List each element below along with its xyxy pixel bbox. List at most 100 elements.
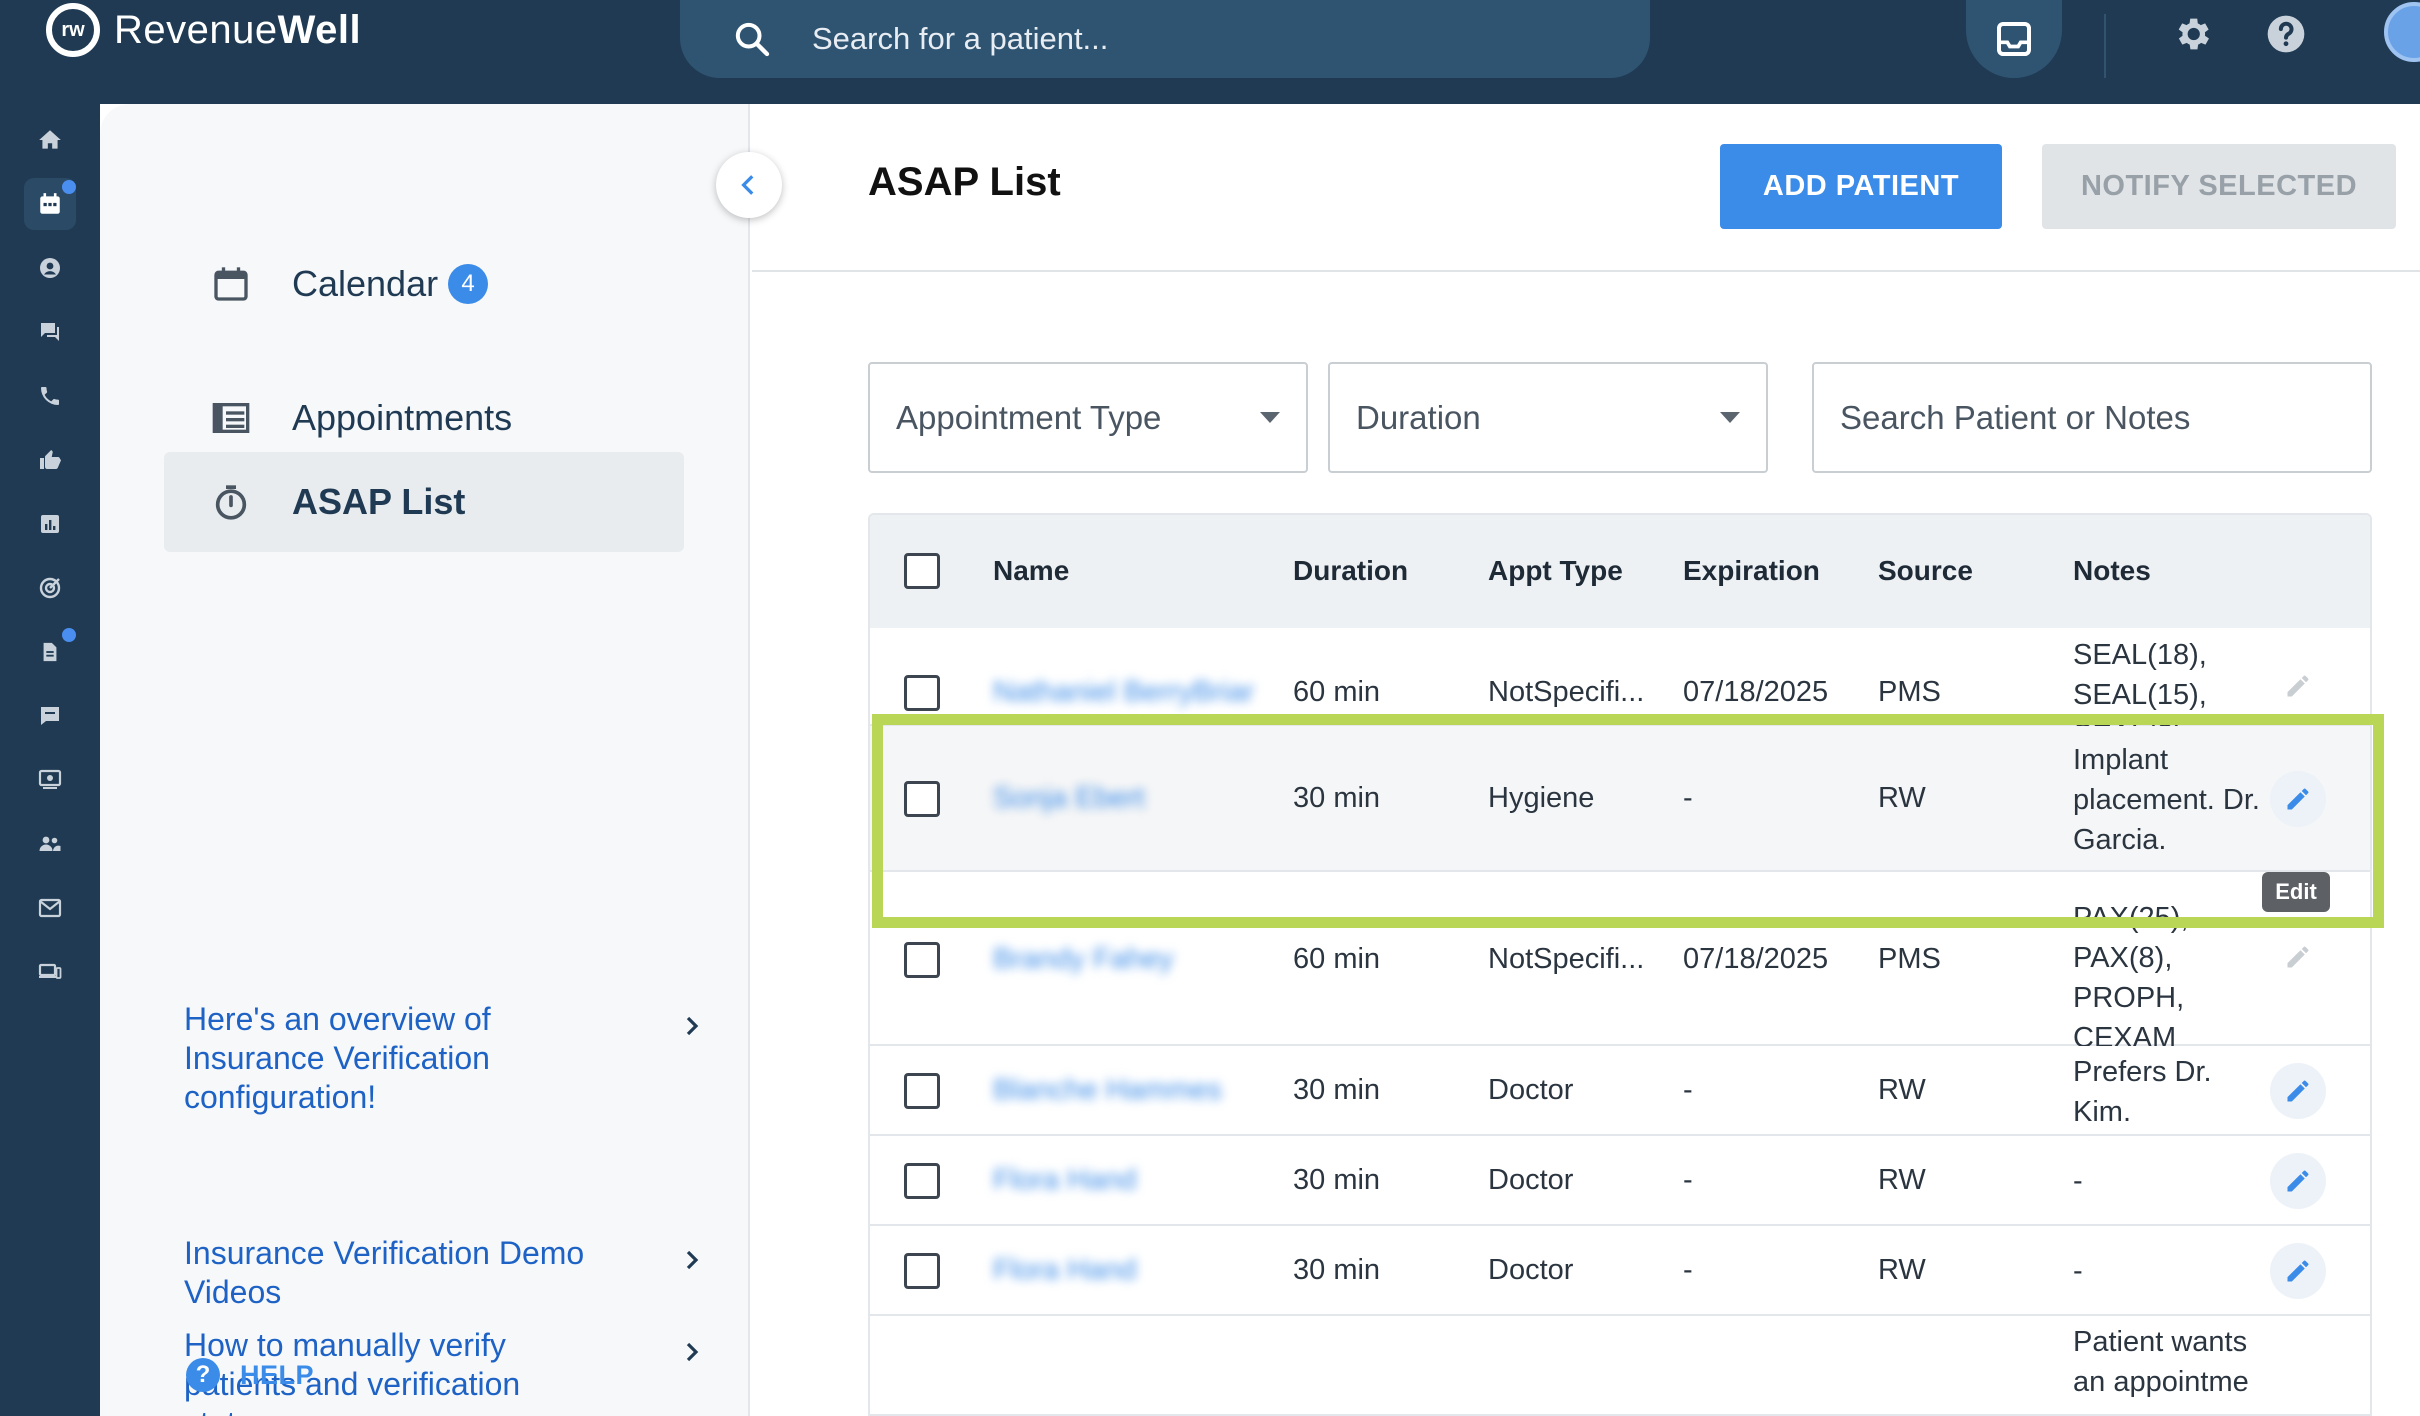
help-link-insurance-overview[interactable]: Here's an overview of Insurance Verifica… xyxy=(184,1000,704,1117)
help-button[interactable] xyxy=(2262,10,2310,58)
duration-cell: 60 min xyxy=(1293,676,1381,708)
table-row[interactable]: Flora Hand 30 min Doctor - RW - xyxy=(870,1136,2370,1226)
help-link-demo-videos[interactable]: Insurance Verification Demo Videos xyxy=(184,1234,704,1312)
asap-table: Name Duration Appt Type Expiration Sourc… xyxy=(868,513,2372,1416)
chevron-left-icon xyxy=(741,175,754,195)
patient-name-link[interactable]: Nathaniel BerryBriar xyxy=(993,676,1254,709)
icon-rail xyxy=(0,104,100,1416)
nav-asap-list[interactable]: ASAP List xyxy=(164,452,684,552)
collapse-panel-button[interactable] xyxy=(716,152,782,218)
edit-button[interactable] xyxy=(2270,1063,2326,1119)
table-row[interactable]: Blanche Hammes 30 min Doctor - RW Prefer… xyxy=(870,1046,2370,1136)
notes-cell: - xyxy=(2073,1255,2083,1287)
revenuewell-logo[interactable]: rw RevenueWell xyxy=(46,0,361,60)
rail-chat[interactable] xyxy=(24,690,76,742)
rail-devices[interactable] xyxy=(24,946,76,998)
source-cell: RW xyxy=(1878,1254,1926,1286)
user-avatar[interactable] xyxy=(2384,2,2420,62)
row-checkbox[interactable] xyxy=(904,781,940,817)
notes-cell: Implant placement. Dr. Garcia. xyxy=(2073,744,2260,856)
row-checkbox[interactable] xyxy=(904,942,940,978)
appt-type-cell: NotSpecifi... xyxy=(1488,676,1645,708)
rail-reviews[interactable] xyxy=(24,434,76,486)
thumbs-up-icon xyxy=(40,450,61,469)
expiration-cell: - xyxy=(1683,782,1693,814)
patient-name-link[interactable]: Blanche Hammes xyxy=(993,1074,1222,1107)
duration-select[interactable]: Duration xyxy=(1328,362,1768,473)
pencil-icon xyxy=(2287,1260,2309,1282)
patient-name-link[interactable]: Brandy Fahey xyxy=(993,943,1174,976)
rail-team[interactable] xyxy=(24,818,76,870)
rail-payments[interactable] xyxy=(24,754,76,806)
search-placeholder: Search for a patient... xyxy=(812,21,1109,56)
row-checkbox[interactable] xyxy=(904,1253,940,1289)
chat-icon xyxy=(41,323,59,341)
pencil-icon xyxy=(2287,1170,2309,1192)
appt-type-cell: Doctor xyxy=(1488,1164,1574,1196)
brand-light: Revenue xyxy=(114,7,278,52)
help-label: HELP xyxy=(240,1359,315,1390)
select-all-checkbox[interactable] xyxy=(904,553,940,589)
column-header[interactable]: Source xyxy=(1878,555,1973,587)
patient-search-bar[interactable]: Search for a patient... xyxy=(680,0,1650,78)
help-link[interactable]: ? HELP xyxy=(186,1358,314,1392)
table-row[interactable]: Nathaniel BerryBriar 60 min NotSpecifi..… xyxy=(870,628,2370,751)
nav-asap-list-label: ASAP List xyxy=(292,481,466,522)
table-row[interactable]: Sonja Ebert 30 min Hygiene - RW Implant … xyxy=(870,726,2370,872)
rail-forms[interactable] xyxy=(24,626,76,678)
list-icon xyxy=(206,398,256,438)
rail-campaigns[interactable] xyxy=(24,562,76,614)
column-header[interactable]: Notes xyxy=(2073,555,2151,587)
rail-calls[interactable] xyxy=(24,370,76,422)
inbox-tray-button[interactable] xyxy=(1966,0,2062,78)
nav-calendar[interactable]: Calendar 4 xyxy=(164,234,684,334)
appointment-type-select[interactable]: Appointment Type xyxy=(868,362,1308,473)
rail-email[interactable] xyxy=(24,882,76,934)
chevron-right-icon xyxy=(686,1250,699,1270)
users-icon xyxy=(39,836,61,851)
expiration-cell: 07/18/2025 xyxy=(1683,943,1829,975)
pencil-icon xyxy=(2287,946,2309,968)
appt-type-cell: NotSpecifi... xyxy=(1488,943,1645,975)
calendar-icon xyxy=(40,193,60,214)
source-cell: RW xyxy=(1878,1074,1926,1106)
chevron-right-icon xyxy=(686,1342,699,1362)
rail-analytics[interactable] xyxy=(24,498,76,550)
column-header[interactable]: Expiration xyxy=(1683,555,1820,587)
patient-name-link[interactable]: Flora Hand xyxy=(993,1254,1136,1287)
table-row[interactable]: Flora Hand 30 min Doctor - RW - xyxy=(870,1226,2370,1316)
settings-button[interactable] xyxy=(2168,10,2216,58)
column-header[interactable]: Name xyxy=(993,555,1069,587)
edit-button[interactable] xyxy=(2270,1153,2326,1209)
rail-calendar[interactable] xyxy=(24,178,76,230)
duration-cell: 60 min xyxy=(1293,943,1381,975)
row-checkbox[interactable] xyxy=(904,675,940,711)
patient-notes-search-input[interactable]: Search Patient or Notes xyxy=(1812,362,2372,473)
page-title: ASAP List xyxy=(868,160,1061,204)
edit-button[interactable] xyxy=(2270,658,2326,714)
stopwatch-icon xyxy=(206,482,256,522)
notify-selected-button[interactable]: NOTIFY SELECTED xyxy=(2042,144,2396,229)
column-header[interactable]: Appt Type xyxy=(1488,555,1623,587)
table-row[interactable]: Brandy Fahey 60 min NotSpecifi... 07/18/… xyxy=(870,872,2370,1054)
rail-home[interactable] xyxy=(24,114,76,166)
row-checkbox[interactable] xyxy=(904,1163,940,1199)
top-divider xyxy=(2104,14,2106,78)
search-icon xyxy=(735,22,770,57)
expiration-cell: - xyxy=(1683,1164,1693,1196)
patient-name-link[interactable]: Flora Hand xyxy=(993,1164,1136,1197)
brand-bold: Well xyxy=(277,7,362,52)
add-patient-button[interactable]: ADD PATIENT xyxy=(1720,144,2002,229)
column-header[interactable]: Duration xyxy=(1293,555,1408,587)
edit-button[interactable] xyxy=(2270,771,2326,827)
expiration-cell: 07/18/2025 xyxy=(1683,676,1829,708)
message-square-icon xyxy=(41,707,59,725)
table-row[interactable]: Patient wants an appointme xyxy=(870,1316,2370,1414)
row-checkbox[interactable] xyxy=(904,1073,940,1109)
rail-patients[interactable] xyxy=(24,242,76,294)
edit-button[interactable] xyxy=(2270,929,2326,985)
appointment-type-label: Appointment Type xyxy=(896,398,1162,436)
rail-messages[interactable] xyxy=(24,306,76,358)
edit-button[interactable] xyxy=(2270,1243,2326,1299)
patient-name-link[interactable]: Sonja Ebert xyxy=(993,782,1145,815)
